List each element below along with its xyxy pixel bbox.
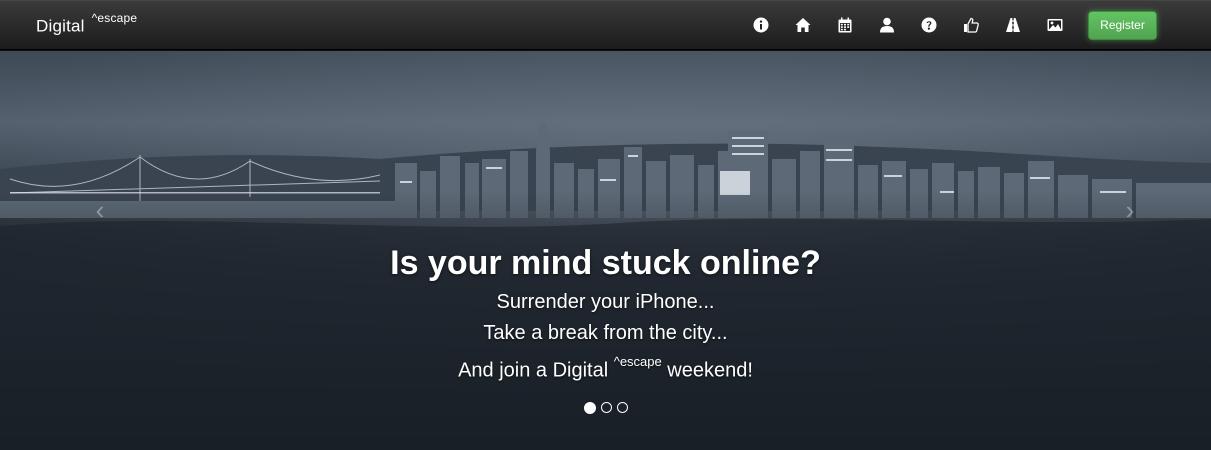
carousel-indicators (0, 401, 1211, 414)
calendar-icon[interactable] (824, 0, 866, 50)
carousel-indicator-3[interactable] (616, 402, 628, 413)
hero-line-3-superscript: ^escape (613, 354, 662, 369)
question-icon[interactable] (908, 0, 950, 50)
hero-headline: Is your mind stuck online? (390, 244, 821, 282)
register-button[interactable]: Register (1088, 11, 1157, 40)
hero-line-1: Surrender your iPhone... (496, 291, 715, 313)
nav-icon-bar (740, 0, 1076, 50)
user-icon[interactable] (866, 0, 908, 50)
hero-line-2: Take a break from the city... (483, 322, 728, 344)
carousel-caption: Is your mind stuck online? Surrender you… (0, 241, 1211, 387)
hero-carousel: ‹ › Is your mind stuck online? Surrender… (0, 51, 1211, 450)
carousel-next-arrow[interactable]: › (1118, 197, 1142, 223)
info-icon[interactable] (740, 0, 782, 50)
carousel-prev-arrow[interactable]: ‹ (88, 197, 112, 223)
thumbs-up-icon[interactable] (950, 0, 992, 50)
hero-line-3: And join a Digital ^escape weekend! (0, 349, 1211, 387)
navbar: Digital ^escape Register (0, 0, 1211, 50)
picture-icon[interactable] (1034, 0, 1076, 50)
brand-superscript: ^escape (91, 11, 138, 25)
road-icon[interactable] (992, 0, 1034, 50)
hero-line-3-prefix: And join a Digital (458, 359, 614, 382)
home-icon[interactable] (782, 0, 824, 50)
brand-logo[interactable]: Digital ^escape (36, 11, 138, 37)
carousel-indicator-1[interactable] (583, 401, 596, 414)
hero-line-3-suffix: weekend! (661, 359, 753, 382)
carousel-indicator-2[interactable] (600, 402, 612, 413)
brand-text: Digital (36, 16, 85, 36)
